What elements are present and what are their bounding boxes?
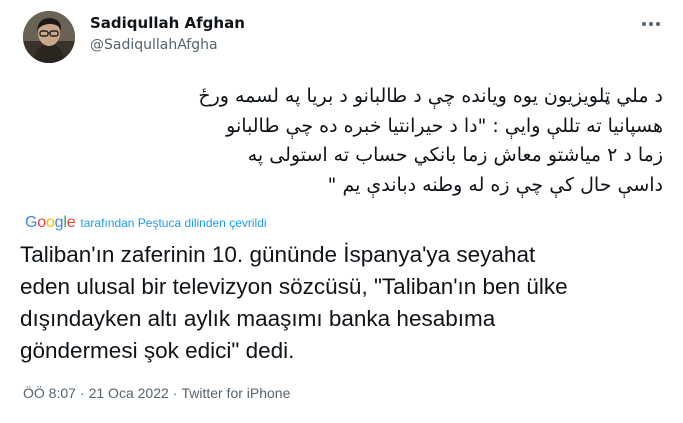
google-letter: o bbox=[37, 214, 46, 231]
tweet-meta: ÖÖ 8:07 · 21 Oca 2022 · Twitter for iPhone bbox=[23, 385, 290, 401]
avatar-photo bbox=[23, 11, 75, 63]
translation-line: eden ulusal bir televizyon sözcüsü, "Tal… bbox=[20, 274, 568, 299]
tweet-date[interactable]: 21 Oca 2022 bbox=[89, 385, 169, 401]
original-line: هسپانیا ته تللې وایې : "دا د حیرانتیا خب… bbox=[226, 114, 663, 137]
translation-line: göndermesi şok edici" dedi. bbox=[20, 338, 295, 363]
avatar[interactable] bbox=[23, 11, 75, 63]
tweet-source[interactable]: Twitter for iPhone bbox=[181, 385, 290, 401]
translation-line: Taliban'ın zaferinin 10. gününde İspanya… bbox=[20, 242, 536, 267]
separator: · bbox=[79, 385, 85, 401]
original-line: داسې حال کې چې زه له وطنه دباندې یم " bbox=[327, 173, 663, 196]
more-options-icon[interactable] bbox=[636, 14, 666, 34]
separator: · bbox=[172, 385, 178, 401]
google-logo: Google bbox=[25, 214, 76, 232]
translated-from-link[interactable]: tarafından Peştuca dilinden çevrildi bbox=[80, 216, 266, 230]
google-letter: o bbox=[45, 214, 55, 231]
tweet-time[interactable]: ÖÖ 8:07 bbox=[23, 385, 76, 401]
author-handle[interactable]: @SadiqullahAfgha bbox=[90, 37, 218, 53]
tweet-translated-text: Taliban'ın zaferinin 10. gününde İspanya… bbox=[20, 239, 670, 367]
google-letter: e bbox=[66, 214, 76, 231]
translation-line: dışındayken altı aylık maaşımı banka hes… bbox=[20, 306, 496, 331]
author-name[interactable]: Sadiqullah Afghan bbox=[90, 14, 245, 32]
original-line: زما د ۲ میاشتو معاش زما بانکي حساب ته اس… bbox=[247, 144, 663, 166]
tweet-original-text: د ملي ټلویزیون یوه ویانده چې د طالبانو د… bbox=[20, 82, 663, 200]
translation-attribution: Google tarafından Peştuca dilinden çevri… bbox=[25, 213, 267, 233]
original-line: د ملي ټلویزیون یوه ویانده چې د طالبانو د… bbox=[198, 85, 663, 107]
google-letter: G bbox=[25, 214, 38, 231]
